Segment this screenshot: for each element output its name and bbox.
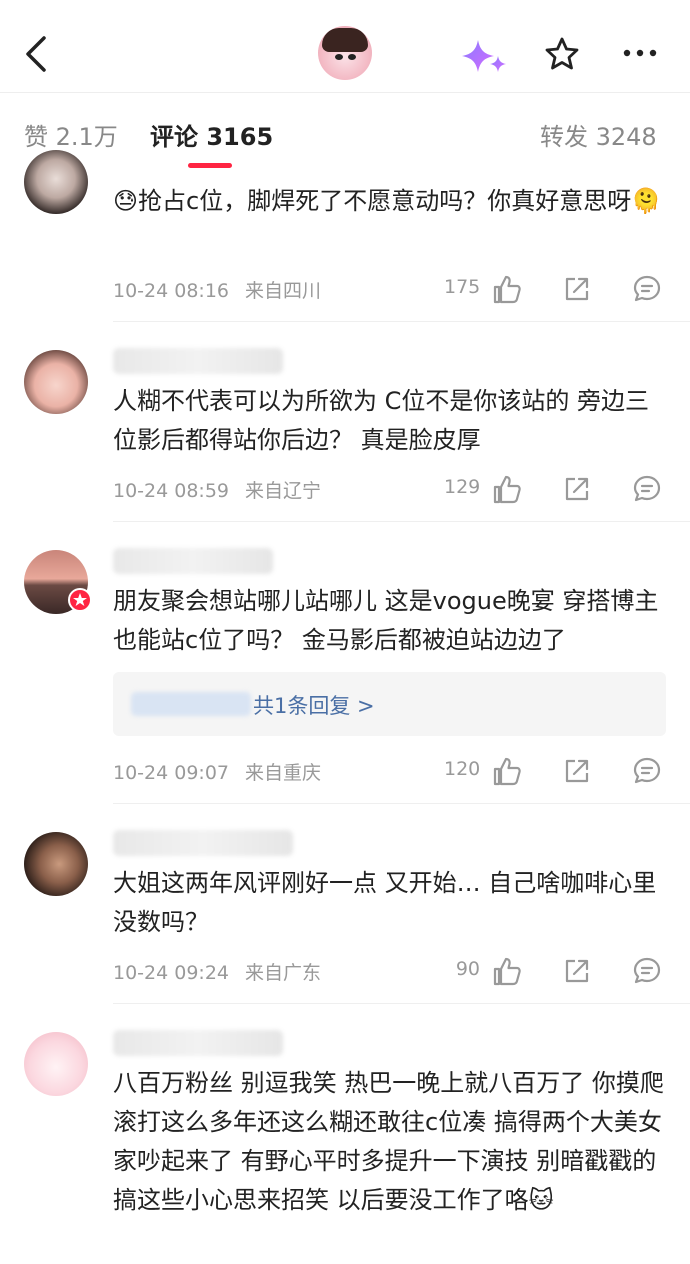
username-blurred[interactable] bbox=[113, 548, 273, 574]
comment-icon[interactable] bbox=[632, 956, 662, 986]
comment-text: 大姐这两年风评刚好一点 又开始… 自己啥咖啡心里没数吗？ bbox=[113, 869, 657, 936]
author-avatar[interactable] bbox=[318, 26, 372, 80]
tab-likes[interactable]: 赞 2.1万 bbox=[24, 117, 118, 152]
comment-item: 😓抢占c位，脚焊死了不愿意动吗？你真好意思呀🫠 10-24 08:16 来自四川 … bbox=[0, 150, 690, 322]
active-tab-indicator bbox=[188, 163, 232, 168]
comment-location: 来自辽宁 bbox=[245, 480, 322, 502]
share-icon[interactable] bbox=[562, 274, 592, 304]
comment-date: 10-24 09:24 bbox=[113, 962, 230, 984]
comment-meta: 10-24 09:07 来自重庆 bbox=[113, 758, 321, 785]
comment-date: 10-24 08:16 bbox=[113, 280, 230, 302]
share-icon[interactable] bbox=[562, 956, 592, 986]
more-dots-icon[interactable] bbox=[622, 48, 658, 58]
verified-badge-icon bbox=[68, 588, 92, 612]
like-count: 120 bbox=[444, 758, 481, 780]
username-blurred[interactable] bbox=[113, 348, 283, 374]
avatar[interactable] bbox=[24, 832, 88, 896]
like-count: 90 bbox=[455, 958, 480, 980]
comment-icon[interactable] bbox=[632, 274, 662, 304]
comment-meta: 10-24 08:59 来自辽宁 bbox=[113, 476, 321, 503]
reply-username-blurred bbox=[131, 692, 251, 716]
like-count: 129 bbox=[444, 476, 481, 498]
comment-meta: 10-24 09:24 来自广东 bbox=[113, 958, 321, 985]
like-count: 175 bbox=[444, 276, 481, 298]
comment-item: 朋友聚会想站哪儿站哪儿 这是vogue晚宴 穿搭博主也能站c位了吗？ 金马影后都… bbox=[0, 522, 690, 804]
comment-location: 来自广东 bbox=[245, 962, 322, 984]
username-blurred[interactable] bbox=[113, 830, 293, 856]
comment-icon[interactable] bbox=[632, 474, 662, 504]
comment-item: 八百万粉丝 别逗我笑 热巴一晚上就八百万了 你摸爬滚打这么多年还这么糊还敢往c位… bbox=[0, 1004, 690, 1264]
username-blurred[interactable] bbox=[113, 1030, 283, 1056]
thumbs-up-icon[interactable] bbox=[492, 756, 522, 786]
thumbs-up-icon[interactable] bbox=[492, 274, 522, 304]
comment-location: 来自重庆 bbox=[245, 762, 322, 784]
comment-text: 😓抢占c位，脚焊死了不愿意动吗？你真好意思呀🫠 bbox=[113, 187, 662, 215]
comment-text: 朋友聚会想站哪儿站哪儿 这是vogue晚宴 穿搭博主也能站c位了吗？ 金马影后都… bbox=[113, 587, 659, 654]
comment-text: 八百万粉丝 别逗我笑 热巴一晚上就八百万了 你摸爬滚打这么多年还这么糊还敢往c位… bbox=[113, 1069, 664, 1214]
reply-summary-link[interactable]: 共1条回复 > bbox=[253, 690, 375, 720]
comment-icon[interactable] bbox=[632, 756, 662, 786]
tab-bar: 赞 2.1万 评论 3165 转发 3248 bbox=[0, 93, 690, 177]
avatar[interactable] bbox=[24, 150, 88, 214]
tab-reposts[interactable]: 转发 3248 bbox=[540, 117, 657, 152]
avatar[interactable] bbox=[24, 350, 88, 414]
share-icon[interactable] bbox=[562, 756, 592, 786]
avatar[interactable] bbox=[24, 1032, 88, 1096]
top-navigation-bar bbox=[0, 0, 690, 93]
sparkle-icon[interactable] bbox=[462, 38, 508, 74]
reply-summary-box[interactable]: 共1条回复 > bbox=[113, 672, 666, 736]
star-icon[interactable] bbox=[544, 36, 580, 72]
comment-meta: 10-24 08:16 来自四川 bbox=[113, 276, 321, 303]
comment-location: 来自四川 bbox=[245, 280, 322, 302]
thumbs-up-icon[interactable] bbox=[492, 956, 522, 986]
thumbs-up-icon[interactable] bbox=[492, 474, 522, 504]
comment-date: 10-24 09:07 bbox=[113, 762, 230, 784]
comment-text: 人糊不代表可以为所欲为 C位不是你该站的 旁边三位影后都得站你后边？ 真是脸皮厚 bbox=[113, 387, 650, 454]
share-icon[interactable] bbox=[562, 474, 592, 504]
tab-comments[interactable]: 评论 3165 bbox=[150, 117, 273, 152]
comment-item: 人糊不代表可以为所欲为 C位不是你该站的 旁边三位影后都得站你后边？ 真是脸皮厚… bbox=[0, 322, 690, 522]
comment-date: 10-24 08:59 bbox=[113, 480, 230, 502]
back-arrow-icon[interactable] bbox=[22, 34, 52, 74]
comment-item: 大姐这两年风评刚好一点 又开始… 自己啥咖啡心里没数吗？ 10-24 09:24… bbox=[0, 804, 690, 1004]
